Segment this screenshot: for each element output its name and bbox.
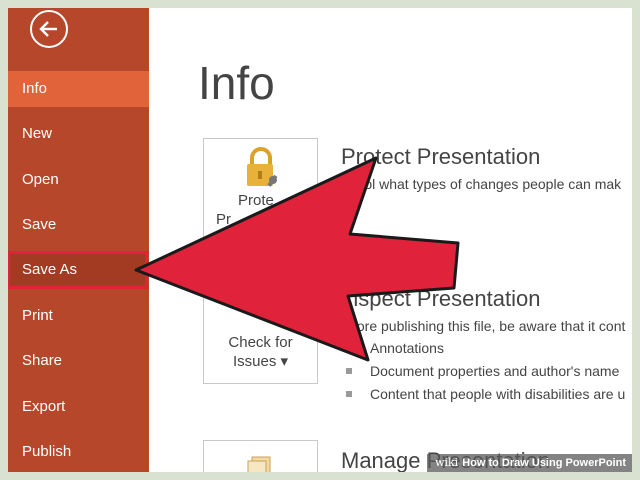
backstage-sidebar: Info New Open Save Save As Print Share E… xyxy=(8,8,149,472)
protect-section-title: Protect Presentation xyxy=(341,144,541,169)
protect-presentation-button[interactable]: Prote Pr xyxy=(203,138,318,258)
nav-info[interactable]: Info xyxy=(8,71,149,107)
watermark-brand: wiki xyxy=(435,456,459,469)
nav-label: Export xyxy=(22,398,66,415)
nav-export[interactable]: Export xyxy=(8,389,149,425)
nav-label: Open xyxy=(22,171,59,188)
page-title: Info xyxy=(198,57,275,109)
tile-label-line1: Prote xyxy=(238,192,274,209)
nav-label: Publish xyxy=(22,443,72,460)
wikihow-watermark: wiki How to Draw Using PowerPoint xyxy=(427,454,632,472)
bullet-icon xyxy=(346,345,352,351)
nav-save[interactable]: Save xyxy=(8,207,149,243)
document-stack-icon xyxy=(247,456,270,472)
bullet-text: Content that people with disabilities ar… xyxy=(370,386,626,402)
nav-publish[interactable]: Publish xyxy=(8,434,149,470)
tile-label-line2: Issues ▾ xyxy=(232,353,289,370)
powerpoint-backstage-window: Info New Open Save Save As Print Share E… xyxy=(8,8,632,472)
manage-presentation-button[interactable] xyxy=(203,440,318,472)
nav-label: New xyxy=(22,125,53,142)
tile-label-line1: Check for xyxy=(228,334,293,351)
inspect-section-title: nspect Presentation xyxy=(346,286,541,311)
list-item: Document properties and author's name xyxy=(346,363,619,379)
bullet-icon xyxy=(346,368,352,374)
list-item: Annotations xyxy=(346,340,444,356)
protect-section-description: ntrol what types of changes people can m… xyxy=(348,176,622,192)
back-arrow-icon xyxy=(39,21,57,37)
nav-label: Print xyxy=(22,307,53,324)
nav-open[interactable]: Open xyxy=(8,162,149,198)
inspect-section-description: fore publishing this file, be aware that… xyxy=(353,318,626,334)
bullet-text: Annotations xyxy=(370,340,444,356)
nav-new[interactable]: New xyxy=(8,116,149,152)
tile-label-line2: Pr xyxy=(216,211,231,228)
nav-label: Save As xyxy=(22,261,78,278)
nav-save-as[interactable]: Save As xyxy=(8,251,148,289)
nav-print[interactable]: Print xyxy=(8,298,149,334)
nav-label: Save xyxy=(22,216,57,233)
nav-label: Info xyxy=(22,80,48,97)
bullet-icon xyxy=(346,391,352,397)
bullet-text: Document properties and author's name xyxy=(370,363,620,379)
list-item: Content that people with disabilities ar… xyxy=(346,386,625,402)
nav-label: Share xyxy=(22,352,63,369)
back-button[interactable] xyxy=(30,10,68,48)
check-for-issues-button[interactable]: Check for Issues ▾ xyxy=(203,280,318,384)
watermark-text: How to Draw Using PowerPoint xyxy=(462,457,626,469)
lock-icon xyxy=(246,147,278,187)
nav-share[interactable]: Share xyxy=(8,343,149,379)
